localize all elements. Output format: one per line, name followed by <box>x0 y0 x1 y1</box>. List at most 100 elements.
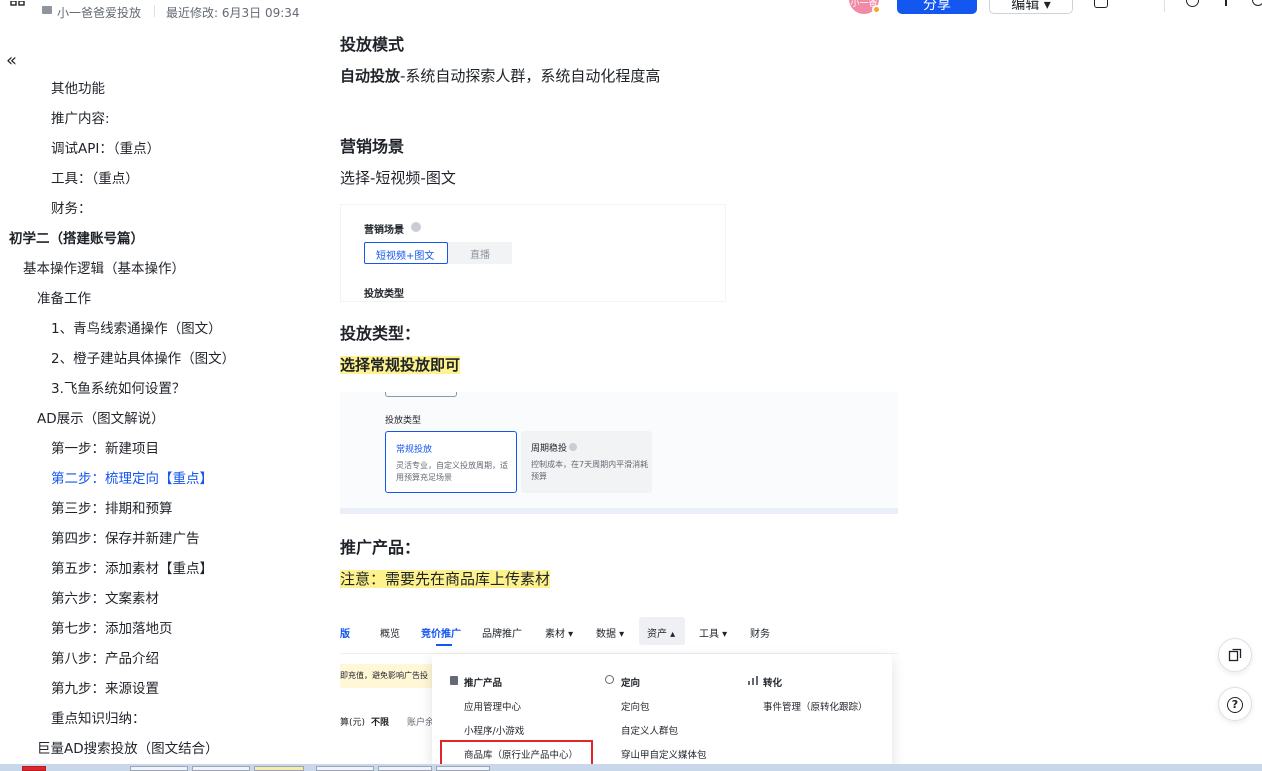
image-footer: 投放类型 <box>364 289 404 300</box>
image-title: 投放类型 <box>385 416 422 426</box>
status-dot <box>872 5 881 14</box>
chart-icon <box>748 676 758 685</box>
divider <box>154 5 155 17</box>
copy-doc-button[interactable] <box>1218 638 1252 672</box>
folder-icon <box>42 6 52 14</box>
nav-item: 品牌推广 <box>482 629 522 640</box>
menu-item[interactable]: 事件管理（原转化跟踪） <box>763 699 868 713</box>
plus-icon[interactable] <box>1225 0 1227 6</box>
tab: 直播 <box>448 242 512 264</box>
heading-type: 投放类型： <box>340 324 421 343</box>
heading-mode: 投放模式 <box>340 35 405 54</box>
toc-item[interactable]: AD展示（图文解说） <box>37 404 165 434</box>
taskbar-item[interactable] <box>316 766 374 771</box>
search-icon[interactable] <box>1186 0 1199 7</box>
help-icon: ? <box>1227 697 1243 713</box>
toc-item[interactable]: 基本操作逻辑（基本操作） <box>23 254 185 284</box>
menu-item[interactable]: 应用管理中心 <box>464 699 521 713</box>
breadcrumb-folder[interactable]: 小一爸爸爱投放 <box>57 4 141 21</box>
toc-item[interactable]: 第五步：添加素材【重点】 <box>51 554 213 584</box>
card-selected: 常规投放 灵活专业，自定义投放周期，适 用预算充足场景 <box>385 431 517 493</box>
toc-item[interactable]: 2、橙子建站具体操作（图文） <box>51 344 235 374</box>
top-bar: 小一爸爸爱投放 最近修改: 6月3日 09:34 小一爸 分享 编辑 ▾ <box>0 0 1262 26</box>
menu-item[interactable]: 定向包 <box>621 699 650 713</box>
taskbar-item[interactable] <box>436 766 490 771</box>
text: -系统自动探索人群，系统自动化程度高 <box>400 67 661 85</box>
balance-label: 账户余 <box>407 718 435 728</box>
nav-item-label: 资产 ▴ <box>647 629 676 640</box>
warning-banner: 即充值，避免影响广告投 <box>340 664 440 688</box>
share-button[interactable]: 分享 <box>897 0 977 14</box>
bold-text: 自动投放 <box>340 67 401 85</box>
taskbar-item[interactable] <box>378 766 432 771</box>
paragraph-mode: 自动投放-系统自动探索人群，系统自动化程度高 <box>340 65 660 86</box>
menu-item-highlighted[interactable]: 商品库（原行业产品中心） <box>464 747 578 761</box>
taskbar-item[interactable] <box>254 766 304 771</box>
toc-item[interactable]: 第一步：新建项目 <box>51 434 159 464</box>
taskbar <box>0 764 1262 771</box>
screenshot-image-scene[interactable]: 营销场景 短视频+图文 直播 投放类型 <box>340 204 726 302</box>
location-icon <box>605 675 614 684</box>
toc-item[interactable]: 重点知识归纳： <box>51 704 146 734</box>
toc-item[interactable]: 第四步：保存并新建广告 <box>51 524 200 554</box>
toc-item[interactable]: 其他功能 <box>51 74 105 104</box>
menu-item[interactable]: 小程序/小游戏 <box>464 723 524 737</box>
nav-item: 工具 ▾ <box>699 629 728 640</box>
nav-item: 概览 <box>380 629 400 640</box>
budget-value: 不限 <box>371 718 390 728</box>
highlight: 注意：需要先在商品库上传素材 <box>340 570 551 588</box>
toc-item[interactable]: 第六步：文案素材 <box>51 584 159 614</box>
active-underline <box>436 644 452 646</box>
product-icon <box>450 676 458 685</box>
toc-item[interactable]: 第三步：排期和预算 <box>51 494 173 524</box>
warning-text: 即充值，避免影响广告投 <box>340 671 428 680</box>
tab-active: 短视频+图文 <box>364 242 448 264</box>
help-icon <box>569 443 577 451</box>
toc-item[interactable]: 调试API：（重点） <box>51 134 160 164</box>
toc-item[interactable]: 推广内容: <box>51 104 110 134</box>
toc-item[interactable]: 第八步：产品介绍 <box>51 644 159 674</box>
menu-column-title: 转化 <box>763 678 783 689</box>
card-title: 常规投放 <box>396 445 433 455</box>
toc-item[interactable]: 3.飞鱼系统如何设置？ <box>51 374 185 404</box>
highlighted-note: 选择常规投放即可 <box>340 354 461 375</box>
toc-item-heading[interactable]: 初学二（搭建账号篇） <box>9 224 144 254</box>
bell-icon[interactable] <box>1094 0 1108 8</box>
screenshot-image-type[interactable]: 投放类型 常规投放 灵活专业，自定义投放周期，适 用预算充足场景 周期稳投 控制… <box>340 392 898 514</box>
grid-icon[interactable] <box>10 0 26 6</box>
toc-item[interactable]: 第七步：添加落地页 <box>51 614 173 644</box>
tab-label: 短视频+图文 <box>376 251 435 262</box>
tab-label: 直播 <box>470 250 490 261</box>
cropped-box <box>385 392 457 397</box>
nav-item-active: 竞价推广 <box>421 629 461 640</box>
menu-item[interactable]: 穿山甲自定义媒体包 <box>621 747 707 761</box>
last-modified: 最近修改: 6月3日 09:34 <box>166 6 300 20</box>
taskbar-item[interactable] <box>192 766 250 771</box>
menu-column-title: 定向 <box>621 678 641 689</box>
nav-bar: 版 概览 竞价推广 品牌推广 素材 ▾ 数据 ▾ 资产 ▴ 工具 ▾ 财务 <box>340 608 898 654</box>
taskbar-item[interactable] <box>22 766 46 771</box>
nav-item-open: 资产 ▴ <box>639 617 685 645</box>
toc-item[interactable]: 财务： <box>51 194 92 224</box>
toc-item-active[interactable]: 第二步：梳理定向【重点】 <box>51 464 213 494</box>
nav-item: 版 <box>340 629 350 640</box>
toc-item[interactable]: 准备工作 <box>37 284 91 314</box>
more-icon[interactable] <box>1252 0 1262 6</box>
toc-item[interactable]: 工具：（重点） <box>51 164 139 194</box>
menu-item[interactable]: 自定义人群包 <box>621 723 678 737</box>
toc-item[interactable]: 1、青鸟线索通操作（图文） <box>51 314 222 344</box>
paragraph-scene: 选择-短视频-图文 <box>340 169 456 187</box>
taskbar-item[interactable] <box>130 766 188 771</box>
help-button[interactable]: ? <box>1218 687 1252 721</box>
menu-column-title: 推广产品 <box>464 678 503 689</box>
toc-item[interactable]: 第九步：来源设置 <box>51 674 159 704</box>
nav-item: 数据 ▾ <box>596 629 625 640</box>
card-desc: 用预算充足场景 <box>396 473 452 482</box>
card-title: 周期稳投 <box>531 444 568 454</box>
screenshot-image-product[interactable]: 版 概览 竞价推广 品牌推广 素材 ▾ 数据 ▾ 资产 ▴ 工具 ▾ 财务 即充… <box>340 608 898 768</box>
divider <box>1164 0 1165 12</box>
toc-item[interactable]: 巨量AD搜索投放（图文结合） <box>37 734 219 764</box>
collapse-sidebar-icon[interactable]: « <box>6 50 17 71</box>
edit-mode-button[interactable]: 编辑 ▾ <box>989 0 1073 14</box>
nav-item: 素材 ▾ <box>545 629 574 640</box>
